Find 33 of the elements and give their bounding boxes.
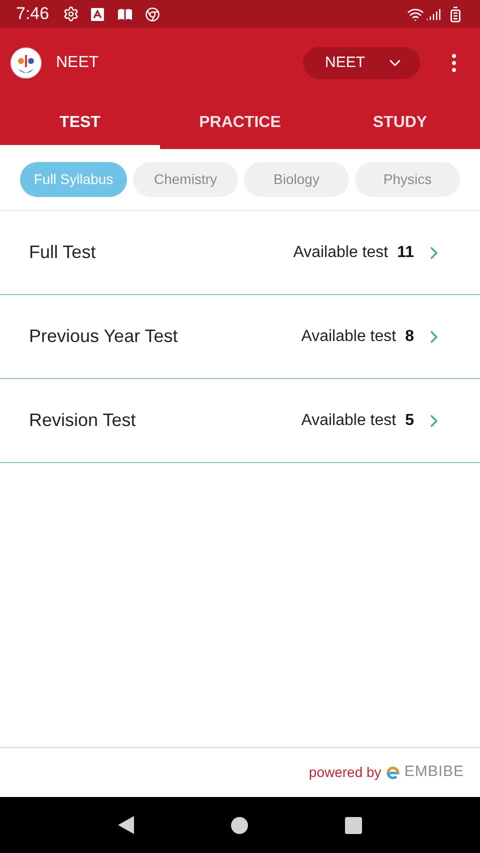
tab[interactable]: TEST — [0, 98, 160, 149]
test-name: Full Test — [29, 241, 97, 264]
home-icon[interactable] — [230, 816, 248, 834]
test-count: 11 — [397, 242, 414, 262]
test-row[interactable]: Revision Test Available test 5 — [0, 379, 480, 463]
test-count: 8 — [405, 326, 414, 346]
app-title: NEET — [56, 53, 99, 73]
brand-logo-icon — [385, 764, 402, 780]
exam-selector[interactable]: NEET — [303, 47, 420, 79]
available-label: Available test — [293, 242, 388, 262]
settings-icon — [63, 6, 80, 22]
browser-icon — [145, 6, 160, 22]
back-icon[interactable] — [118, 816, 134, 834]
test-name: Previous Year Test — [29, 325, 179, 348]
book-notification-icon — [117, 8, 134, 20]
recents-icon[interactable] — [344, 816, 362, 834]
status-time: 7:46 — [16, 3, 50, 26]
available-label: Available test — [301, 326, 396, 346]
powered-by-text: powered by — [308, 763, 382, 782]
available-label: Available test — [301, 410, 396, 430]
app-notification-icon — [91, 8, 104, 20]
filter-chip[interactable]: Chemistry — [133, 162, 238, 197]
test-row[interactable]: Previous Year Test Available test 8 — [0, 295, 480, 379]
logo-icon — [10, 47, 42, 79]
signal-icon — [426, 6, 441, 22]
filter-chip[interactable]: Biology — [244, 162, 349, 197]
test-row[interactable]: Full Test Available test 11 — [0, 211, 480, 295]
brand-name: EMBIBE — [404, 762, 464, 782]
filter-chip[interactable]: Physics — [355, 162, 460, 197]
tab[interactable]: STUDY — [320, 98, 480, 149]
test-name: Revision Test — [29, 409, 137, 432]
test-count: 5 — [405, 410, 414, 430]
tab[interactable]: PRACTICE — [160, 98, 320, 149]
